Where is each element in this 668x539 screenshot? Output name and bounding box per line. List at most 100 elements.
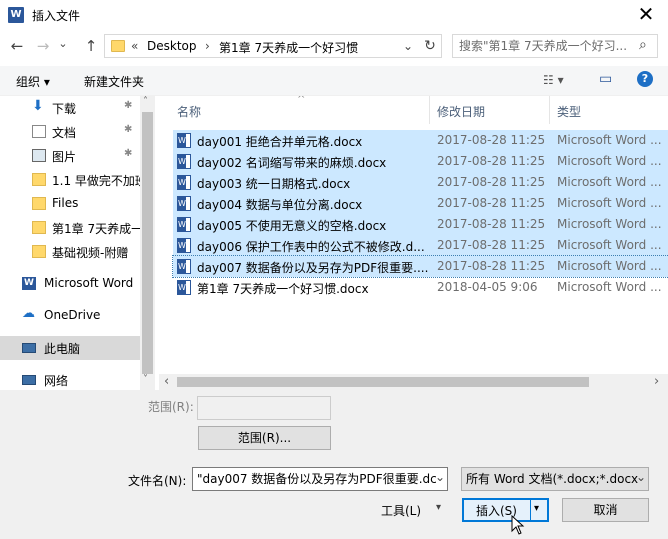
sidebar-item-onedrive[interactable]: ☁ OneDrive [0,304,140,328]
file-date: 2017-08-28 11:25 [437,133,546,147]
pin-icon: ✱ [124,148,133,159]
network-icon [22,375,36,385]
scroll-right-icon[interactable]: › [654,374,659,389]
column-header-type[interactable]: 类型 [557,103,581,120]
file-row[interactable]: day003 统一日期格式.docx 2017-08-28 11:25 Micr… [173,172,668,193]
file-date: 2017-08-28 11:25 [437,259,546,273]
back-arrow-icon[interactable]: ← [6,35,28,57]
folder-icon [32,173,46,186]
cloud-icon: ☁ [22,306,35,321]
forward-arrow-icon[interactable]: → [32,35,54,57]
view-options-icon[interactable]: ☷ ▾ [543,73,564,87]
help-icon[interactable]: ? [637,71,653,87]
file-list-hscrollbar[interactable]: ‹ › [159,374,668,390]
range-button[interactable]: 范围(R)... [198,426,331,450]
sidebar-item-files[interactable]: Files [0,192,140,216]
search-icon[interactable]: ⌕ [639,37,647,53]
folder-icon [32,221,46,234]
column-divider[interactable] [549,96,550,124]
tools-dropdown-icon[interactable]: ▾ [436,502,441,513]
file-row-focused[interactable]: day007 数据备份以及另存为PDF很重要.... 2017-08-28 11… [172,255,668,278]
sidebar-item-documents[interactable]: 文档 ✱ [0,120,140,144]
sidebar-item-this-pc[interactable]: 此电脑 [0,336,140,360]
file-row[interactable]: day006 保护工作表中的公式不被修改.d... 2017-08-28 11:… [173,235,668,256]
document-icon [32,125,46,138]
refresh-icon[interactable]: ↻ [419,35,441,57]
scroll-down-icon[interactable]: ˅ [143,374,148,385]
sidebar-item-basic-video[interactable]: 基础视频-附赠 [0,240,140,264]
scroll-left-icon[interactable]: ‹ [164,374,169,389]
sidebar-item-label: 文档 [52,126,77,140]
preview-pane-icon[interactable]: ▭ [599,71,612,87]
file-name: day004 数据与单位分离.docx [197,198,363,212]
range-input[interactable] [197,396,331,420]
column-divider[interactable] [429,96,430,124]
column-header-date[interactable]: 修改日期 [437,103,485,120]
file-row[interactable]: day002 名词缩写带来的麻烦.docx 2017-08-28 11:25 M… [173,151,668,172]
computer-icon [22,343,36,353]
organize-button[interactable]: 组织 ▾ [16,73,50,90]
range-label: 范围(R): [148,400,194,414]
file-date: 2017-08-28 11:25 [437,154,546,168]
sidebar-item-label: 基础视频-附赠 [52,246,129,260]
tools-button[interactable]: 工具(L) [381,502,421,519]
sidebar-item-label: 网络 [44,374,69,388]
search-box[interactable]: ⌕ [452,34,658,58]
search-input[interactable] [453,35,633,57]
sidebar-item-network[interactable]: 网络 [0,368,140,390]
recent-dropdown-icon[interactable]: ⌄ [56,33,70,55]
file-type: Microsoft Word ... [557,175,662,189]
column-header-name[interactable]: 名称 [177,103,201,120]
sidebar-item-label: 第1章 7天养成一 [52,222,140,236]
file-row[interactable]: day005 不使用无意义的空格.docx 2017-08-28 11:25 M… [173,214,668,235]
file-type: Microsoft Word ... [557,196,662,210]
cancel-button[interactable]: 取消 [562,498,649,522]
address-separator[interactable]: › [205,39,210,53]
filename-dropdown-icon[interactable]: ⌄ [435,470,445,484]
address-overflow[interactable]: « [131,39,138,53]
insert-dropdown-icon[interactable]: ▾ [534,503,539,514]
file-row[interactable]: day001 拒绝合并单元格.docx 2017-08-28 11:25 Mic… [173,130,668,151]
file-type: Microsoft Word ... [557,259,662,273]
word-document-icon [177,217,191,232]
download-icon: ⬇ [32,98,44,114]
sort-ascending-icon: ^ [297,96,306,105]
file-date: 2017-08-28 11:25 [437,175,546,189]
new-folder-button[interactable]: 新建文件夹 [84,73,144,90]
address-segment-folder[interactable]: 第1章 7天养成一个好习惯 [219,39,358,56]
sidebar-item-pictures[interactable]: 图片 ✱ [0,144,140,168]
sidebar-item-label: 1.1 早做完不加班 [52,174,140,188]
address-dropdown-icon[interactable]: ⌄ [403,39,413,53]
file-date: 2017-08-28 11:25 [437,196,546,210]
file-row[interactable]: day004 数据与单位分离.docx 2017-08-28 11:25 Mic… [173,193,668,214]
sidebar-item-folder-1-1[interactable]: 1.1 早做完不加班 [0,168,140,192]
file-name: day006 保护工作表中的公式不被修改.d... [197,240,425,254]
filetype-select[interactable]: 所有 Word 文档(*.docx;*.docx [461,467,649,491]
file-type: Microsoft Word ... [557,217,662,231]
scrollbar-thumb[interactable] [142,112,153,374]
pin-icon: ✱ [124,100,133,111]
scroll-up-icon[interactable]: ˄ [143,96,148,107]
sidebar-item-chapter1[interactable]: 第1章 7天养成一 [0,216,140,240]
word-document-icon [177,259,191,274]
word-document-icon [177,133,191,148]
folder-icon [32,245,46,258]
filename-input[interactable]: "day007 数据备份以及另存为PDF很重要.dc [192,467,448,491]
sidebar-item-microsoft-word[interactable]: W Microsoft Word [0,272,140,296]
file-row[interactable]: 第1章 7天养成一个好习惯.docx 2018-04-05 9:06 Micro… [173,277,668,298]
word-document-icon [177,238,191,253]
folder-icon [32,197,46,210]
title-bar: W 插入文件 ✕ [0,0,668,30]
sidebar-item-downloads[interactable]: ⬇ 下载 ✱ [0,96,140,120]
close-button[interactable]: ✕ [624,0,668,30]
address-segment-desktop[interactable]: Desktop [147,39,197,53]
sidebar-scrollbar[interactable]: ˄ ˅ [140,96,155,390]
pin-icon: ✱ [124,124,133,135]
command-toolbar: 组织 ▾ 新建文件夹 ☷ ▾ ▭ ? [0,66,668,96]
address-bar[interactable]: « Desktop › 第1章 7天养成一个好习惯 ⌄ [104,34,442,58]
up-arrow-icon[interactable]: ↑ [80,35,102,57]
sidebar-item-label: 下载 [52,102,77,116]
filetype-dropdown-icon[interactable]: ⌄ [636,470,646,484]
file-name: day003 统一日期格式.docx [197,177,351,191]
scrollbar-thumb[interactable] [177,377,589,387]
